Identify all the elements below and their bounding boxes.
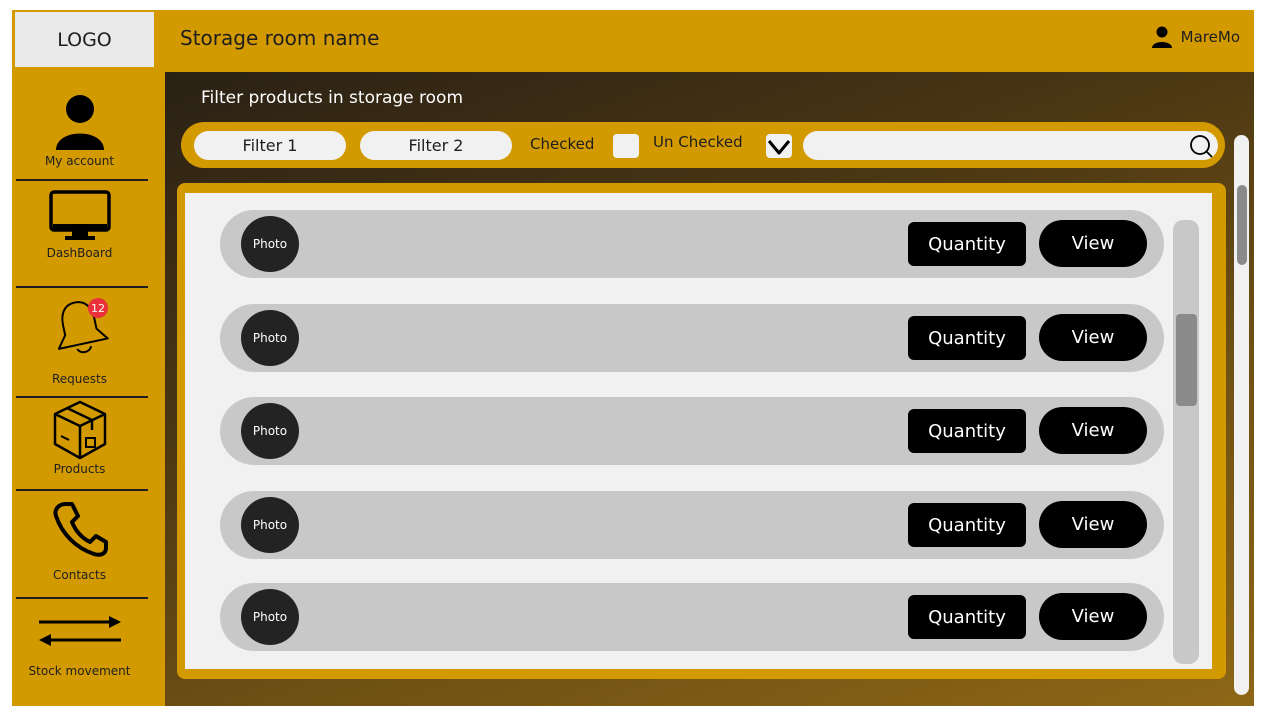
product-photo: Photo — [241, 216, 299, 272]
quantity-button[interactable]: Quantity — [908, 409, 1026, 453]
sidebar-item-requests[interactable]: 12 Requests — [12, 298, 147, 386]
box-icon — [53, 400, 106, 460]
product-photo: Photo — [241, 403, 299, 459]
swap-arrows-icon — [38, 616, 121, 646]
user-menu[interactable]: MareMo — [1151, 26, 1240, 48]
user-icon — [1151, 26, 1172, 48]
checkmark-icon — [767, 140, 791, 155]
view-button[interactable]: View — [1039, 314, 1147, 361]
quantity-button[interactable]: Quantity — [908, 503, 1026, 547]
sidebar-item-contacts[interactable]: Contacts — [12, 500, 147, 582]
monitor-icon — [48, 190, 111, 240]
quantity-button[interactable]: Quantity — [908, 222, 1026, 266]
list-scrollbar-thumb[interactable] — [1176, 314, 1197, 406]
filter-bar: Filter 1 Filter 2 Checked Un Checked — [181, 122, 1225, 168]
notification-badge: 12 — [88, 298, 108, 318]
top-bar: LOGO Storage room name MareMo — [12, 10, 1254, 72]
divider — [16, 597, 148, 599]
list-item: Photo Quantity View — [220, 583, 1164, 651]
list-scrollbar[interactable] — [1173, 220, 1199, 664]
divider — [16, 286, 148, 288]
sidebar-item-dashboard[interactable]: DashBoard — [12, 190, 147, 260]
sidebar-item-label: DashBoard — [46, 246, 113, 260]
main-content: Filter products in storage room Filter 1… — [165, 72, 1254, 706]
product-photo: Photo — [241, 589, 299, 645]
sidebar-item-label: My account — [44, 154, 115, 168]
view-button[interactable]: View — [1039, 407, 1147, 454]
user-name: MareMo — [1180, 28, 1240, 46]
logo[interactable]: LOGO — [15, 12, 154, 67]
sidebar-item-stock-movement[interactable]: Stock movement — [12, 612, 147, 678]
checked-checkbox[interactable] — [613, 134, 639, 158]
user-icon — [55, 95, 104, 150]
sidebar-item-label: Products — [53, 462, 106, 476]
sidebar: My account DashBoard 12 Requests Product — [12, 72, 165, 706]
view-button[interactable]: View — [1039, 501, 1147, 548]
product-photo: Photo — [241, 497, 299, 553]
view-button[interactable]: View — [1039, 593, 1147, 640]
phone-icon — [53, 502, 108, 557]
search-icon[interactable] — [1188, 133, 1214, 159]
sidebar-item-label: Requests — [52, 372, 107, 386]
list-item: Photo Quantity View — [220, 210, 1164, 278]
product-photo: Photo — [241, 310, 299, 366]
sidebar-item-my-account[interactable]: My account — [12, 94, 147, 168]
filter-heading: Filter products in storage room — [201, 88, 464, 108]
page-title: Storage room name — [180, 26, 380, 50]
list-item: Photo Quantity View — [220, 491, 1164, 559]
view-button[interactable]: View — [1039, 220, 1147, 267]
unchecked-label: Un Checked — [653, 133, 743, 151]
list-item: Photo Quantity View — [220, 304, 1164, 372]
sidebar-item-label: Stock movement — [28, 664, 131, 678]
divider — [16, 179, 148, 181]
divider — [16, 489, 148, 491]
search-input[interactable] — [803, 131, 1218, 160]
filter-2-button[interactable]: Filter 2 — [360, 131, 512, 160]
product-list-frame: Photo Quantity View Photo Quantity View … — [177, 183, 1226, 679]
sidebar-item-label: Contacts — [53, 568, 106, 582]
page-scrollbar[interactable] — [1234, 135, 1249, 695]
quantity-button[interactable]: Quantity — [908, 595, 1026, 639]
page-scrollbar-thumb[interactable] — [1237, 185, 1247, 265]
quantity-button[interactable]: Quantity — [908, 316, 1026, 360]
product-list: Photo Quantity View Photo Quantity View … — [185, 193, 1212, 669]
filter-1-button[interactable]: Filter 1 — [194, 131, 346, 160]
sidebar-item-products[interactable]: Products — [12, 398, 147, 476]
unchecked-checkbox[interactable] — [766, 134, 792, 158]
list-item: Photo Quantity View — [220, 397, 1164, 465]
checked-label: Checked — [530, 135, 595, 153]
